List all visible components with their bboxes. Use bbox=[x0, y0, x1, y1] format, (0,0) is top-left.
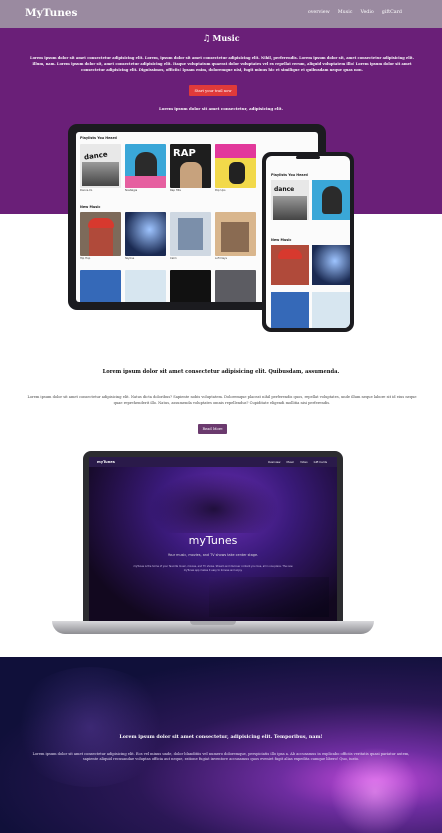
album-caption: Nostalgia bbox=[125, 189, 138, 192]
laptop-base-notch bbox=[190, 621, 236, 625]
laptop-navbar: myTunes Overview Music Video Gift Cards bbox=[89, 457, 337, 467]
album-caption: Calm bbox=[170, 257, 177, 260]
laptop-hero-text: myTunes is the home of your favorite mus… bbox=[133, 565, 293, 572]
album-cover[interactable] bbox=[215, 270, 256, 302]
laptop-screen: myTunes Overview Music Video Gift Cards … bbox=[89, 457, 337, 621]
phone-section-heading: New Music bbox=[271, 238, 292, 242]
start-trial-button[interactable]: Start your trail now bbox=[189, 85, 237, 96]
article-text: Lorem ipsum dolor sit amet consectetur a… bbox=[27, 395, 417, 405]
album-cover[interactable] bbox=[125, 144, 166, 188]
album-cover[interactable] bbox=[271, 245, 309, 285]
album-caption: Pop Ups bbox=[215, 189, 226, 192]
stage-light-glow bbox=[10, 667, 170, 787]
album-cover[interactable] bbox=[80, 212, 121, 256]
album-cover[interactable] bbox=[271, 292, 309, 328]
album-cover[interactable] bbox=[80, 270, 121, 302]
album-caption: Rap Hits bbox=[170, 189, 181, 192]
music-note-icon: ♫ bbox=[202, 34, 211, 44]
album-cover[interactable] bbox=[170, 212, 211, 256]
album-cover[interactable]: RAP bbox=[170, 144, 211, 188]
phone-mockup: Playlists You Heard dance New Music bbox=[262, 152, 354, 332]
laptop-brand[interactable]: myTunes bbox=[97, 460, 115, 464]
phone-notch bbox=[296, 156, 320, 159]
footer-section: Lorem ipsum dolor sit amet consectetur, … bbox=[0, 657, 442, 833]
read-more-button[interactable]: Read More bbox=[198, 424, 227, 434]
laptop-hero-title: myTunes bbox=[188, 534, 238, 547]
hero-title-text: Music bbox=[212, 33, 240, 43]
album-cover[interactable] bbox=[312, 292, 350, 328]
turntable-image bbox=[209, 577, 329, 617]
phone-section-heading: Playlists You Heard bbox=[271, 173, 308, 177]
nav-links: overview Music Vedio giftCard bbox=[308, 10, 402, 15]
laptop-mockup: myTunes Overview Music Video Gift Cards … bbox=[83, 451, 343, 621]
album-cover[interactable] bbox=[215, 144, 256, 188]
phone-screen: Playlists You Heard dance New Music bbox=[266, 156, 350, 328]
brand-logo[interactable]: MyTunes bbox=[25, 7, 77, 19]
album-caption: Skyline bbox=[125, 257, 135, 260]
album-cover[interactable] bbox=[215, 212, 256, 256]
album-cover[interactable] bbox=[170, 270, 211, 302]
footer-text: Lorem ipsum dolor sit amet consectetur a… bbox=[32, 752, 410, 762]
hero-paragraph: Lorem ipsum dolor sit amet consectetur a… bbox=[30, 56, 414, 72]
album-caption: Hip Hop bbox=[80, 257, 91, 260]
navbar: MyTunes overview Music Vedio giftCard bbox=[0, 0, 442, 28]
dj-hands-image bbox=[149, 473, 279, 533]
album-cover[interactable] bbox=[312, 245, 350, 285]
article-title: Lorem ipsum dolor sit amet consectetur a… bbox=[102, 369, 340, 375]
laptop-nav-video[interactable]: Video bbox=[300, 460, 308, 464]
laptop-nav-music[interactable]: Music bbox=[286, 460, 294, 464]
hero-title: ♫ Music bbox=[0, 33, 442, 44]
album-cover[interactable] bbox=[312, 180, 350, 220]
footer-title: Lorem ipsum dolor sit amet consectetur, … bbox=[119, 734, 323, 740]
laptop-hero-subtitle: Your music, movies, and TV shows take ce… bbox=[167, 553, 259, 557]
hero-subtitle: Lorem ipsum dolor sit amet consectetur, … bbox=[158, 106, 283, 111]
nav-link-overview[interactable]: overview bbox=[308, 10, 330, 15]
laptop-nav-giftcards[interactable]: Gift Cards bbox=[314, 460, 327, 464]
album-caption: Dance-XL bbox=[80, 189, 93, 192]
album-caption: Lofi Days bbox=[215, 257, 227, 260]
nav-link-giftcard[interactable]: giftCard bbox=[382, 10, 402, 15]
tablet-section-heading: Playlists You Heard bbox=[80, 136, 117, 140]
laptop-nav-overview[interactable]: Overview bbox=[268, 460, 281, 464]
laptop-nav-links: Overview Music Video Gift Cards bbox=[268, 460, 327, 464]
album-cover[interactable]: dance bbox=[80, 144, 121, 188]
album-cover[interactable] bbox=[125, 270, 166, 302]
nav-link-music[interactable]: Music bbox=[338, 10, 353, 15]
album-cover[interactable] bbox=[125, 212, 166, 256]
nav-link-video[interactable]: Vedio bbox=[360, 10, 373, 15]
album-cover[interactable]: dance bbox=[271, 180, 309, 220]
tablet-section-heading: New Music bbox=[80, 205, 101, 209]
